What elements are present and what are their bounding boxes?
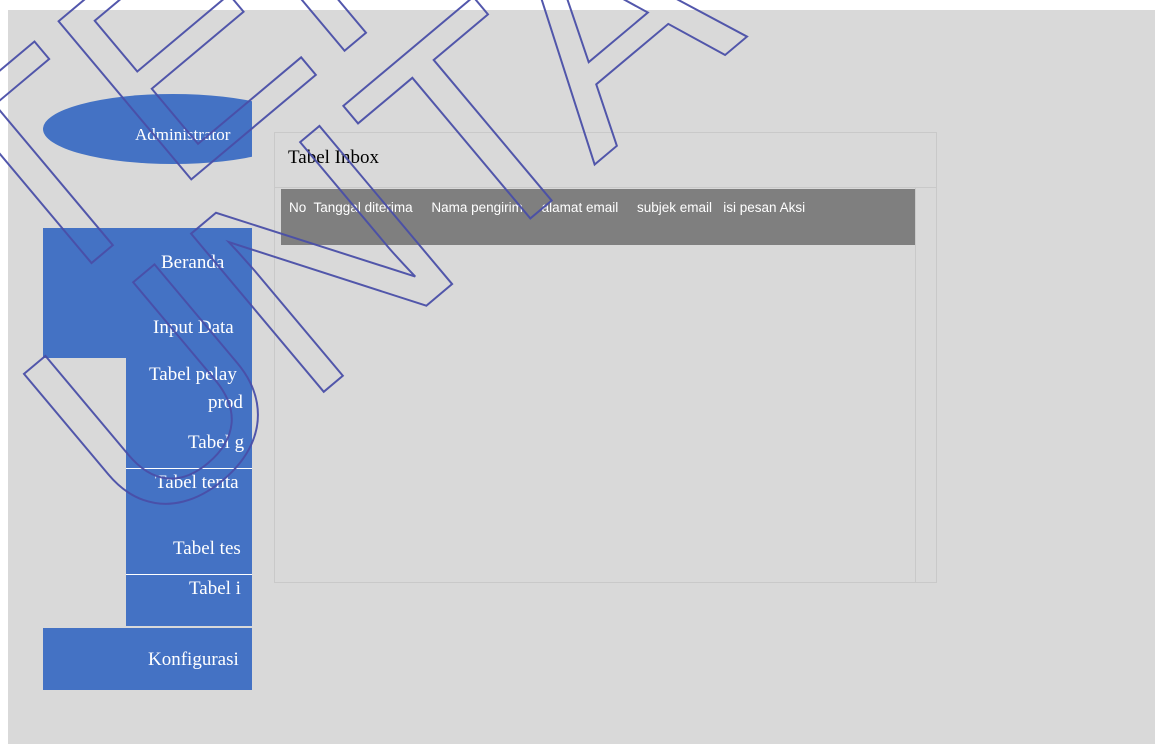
- column-header-isi[interactable]: isi pesan: [723, 200, 776, 215]
- sidebar-item-tabel-testimoni[interactable]: Tabel tes: [173, 538, 241, 560]
- column-header-nama[interactable]: Nama pengirim: [431, 200, 523, 215]
- sidebar-item-tabel-galeri[interactable]: Tabel g: [188, 432, 244, 454]
- sidebar-item-tabel-inbox[interactable]: Tabel i: [189, 578, 241, 600]
- sidebar-item-konfigurasi[interactable]: Konfigurasi: [148, 649, 239, 671]
- column-header-alamat[interactable]: alamat email: [542, 200, 619, 215]
- sidebar-item-tabel-pelayanan-line2: prod: [208, 392, 243, 413]
- table-header: No Tanggal diterima Nama pengirim alamat…: [281, 189, 915, 245]
- column-header-tanggal[interactable]: Tanggal diterima: [314, 200, 413, 215]
- app-frame: Administrator Beranda Input Data Tabel p…: [8, 10, 1155, 744]
- panel-divider: [275, 187, 936, 188]
- page-title: Tabel Inbox: [288, 147, 380, 168]
- inbox-panel: Tabel Inbox No Tanggal diterima Nama pen…: [274, 132, 937, 583]
- column-header-no[interactable]: No: [289, 200, 306, 215]
- submenu-divider: [126, 574, 252, 575]
- column-header-subjek[interactable]: subjek email: [637, 200, 712, 215]
- sidebar-item-tabel-pelayanan[interactable]: Tabel pelay: [149, 364, 237, 386]
- column-header-aksi[interactable]: Aksi: [780, 200, 806, 215]
- sidebar-item-beranda[interactable]: Beranda: [161, 252, 224, 274]
- sidebar: Administrator Beranda Input Data Tabel p…: [8, 10, 252, 744]
- panel-scrollbar[interactable]: [915, 187, 916, 583]
- admin-label: Administrator: [135, 125, 231, 144]
- submenu-divider: [126, 468, 252, 469]
- sidebar-item-input-data[interactable]: Input Data: [153, 317, 234, 339]
- sidebar-item-tabel-tentang[interactable]: Tabel tenta: [155, 472, 239, 494]
